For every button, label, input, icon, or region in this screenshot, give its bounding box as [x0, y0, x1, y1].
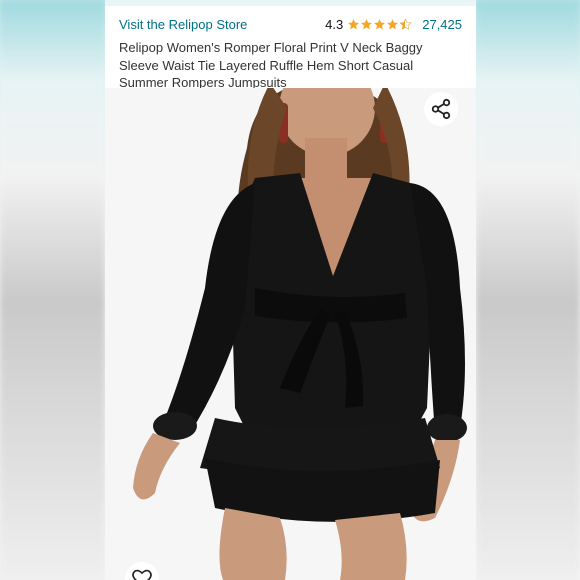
share-icon	[431, 98, 451, 120]
rating-summary[interactable]: 4.3 27,425	[325, 17, 462, 32]
background-blur-right	[476, 0, 580, 580]
model-wearing-romper-image	[105, 88, 476, 580]
star-icon	[374, 18, 386, 29]
product-header: Visit the Relipop Store 4.3 27,425 Relip…	[105, 6, 476, 92]
star-icon	[387, 18, 399, 29]
rating-value: 4.3	[325, 16, 344, 32]
background-blur-left	[0, 0, 105, 580]
store-rating-row: Visit the Relipop Store 4.3 27,425	[119, 14, 462, 34]
visit-store-link[interactable]: Visit the Relipop Store	[119, 17, 247, 32]
product-card: Visit the Relipop Store 4.3 27,425 Relip…	[105, 0, 476, 580]
star-icon	[348, 18, 360, 29]
rating-count-link[interactable]: 27,425	[422, 17, 462, 32]
star-icon	[361, 18, 373, 29]
star-rating	[347, 17, 412, 31]
product-image[interactable]	[105, 88, 476, 580]
share-button[interactable]	[424, 92, 458, 126]
heart-icon	[132, 569, 152, 580]
product-title: Relipop Women's Romper Floral Print V Ne…	[119, 40, 423, 90]
half-star-icon	[399, 17, 412, 30]
